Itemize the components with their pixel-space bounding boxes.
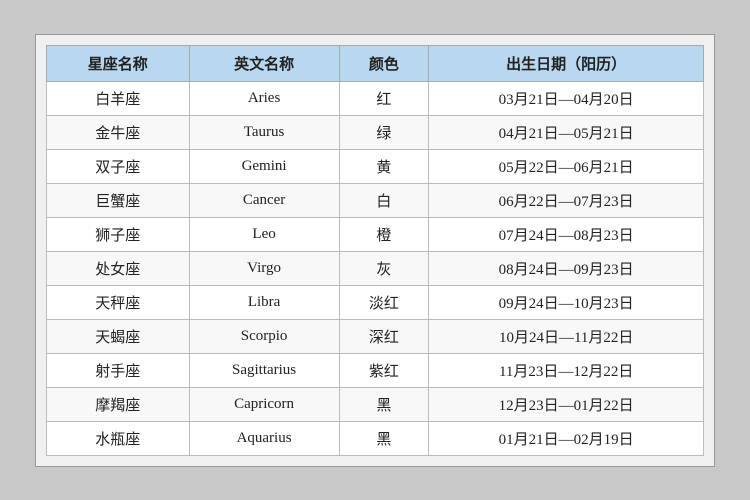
cell-chinese-name: 处女座: [47, 251, 190, 285]
cell-color: 黄: [339, 149, 429, 183]
table-row: 天蝎座Scorpio深红10月24日—11月22日: [47, 319, 704, 353]
table-row: 狮子座Leo橙07月24日—08月23日: [47, 217, 704, 251]
cell-english-name: Aquarius: [189, 421, 339, 455]
cell-chinese-name: 巨蟹座: [47, 183, 190, 217]
cell-date: 12月23日—01月22日: [429, 387, 704, 421]
cell-english-name: Aries: [189, 81, 339, 115]
cell-chinese-name: 天蝎座: [47, 319, 190, 353]
cell-date: 10月24日—11月22日: [429, 319, 704, 353]
cell-color: 紫红: [339, 353, 429, 387]
table-row: 金牛座Taurus绿04月21日—05月21日: [47, 115, 704, 149]
cell-english-name: Capricorn: [189, 387, 339, 421]
cell-english-name: Gemini: [189, 149, 339, 183]
cell-color: 红: [339, 81, 429, 115]
table-row: 白羊座Aries红03月21日—04月20日: [47, 81, 704, 115]
cell-english-name: Scorpio: [189, 319, 339, 353]
cell-color: 绿: [339, 115, 429, 149]
cell-english-name: Cancer: [189, 183, 339, 217]
cell-color: 橙: [339, 217, 429, 251]
cell-english-name: Taurus: [189, 115, 339, 149]
cell-date: 09月24日—10月23日: [429, 285, 704, 319]
cell-chinese-name: 白羊座: [47, 81, 190, 115]
table-row: 水瓶座Aquarius黑01月21日—02月19日: [47, 421, 704, 455]
cell-color: 淡红: [339, 285, 429, 319]
cell-date: 07月24日—08月23日: [429, 217, 704, 251]
zodiac-table: 星座名称 英文名称 颜色 出生日期（阳历） 白羊座Aries红03月21日—04…: [46, 45, 704, 456]
cell-english-name: Sagittarius: [189, 353, 339, 387]
col-header-chinese: 星座名称: [47, 45, 190, 81]
cell-english-name: Libra: [189, 285, 339, 319]
cell-date: 11月23日—12月22日: [429, 353, 704, 387]
cell-chinese-name: 狮子座: [47, 217, 190, 251]
cell-date: 01月21日—02月19日: [429, 421, 704, 455]
table-row: 摩羯座Capricorn黑12月23日—01月22日: [47, 387, 704, 421]
cell-color: 深红: [339, 319, 429, 353]
col-header-color: 颜色: [339, 45, 429, 81]
cell-color: 灰: [339, 251, 429, 285]
cell-chinese-name: 双子座: [47, 149, 190, 183]
zodiac-table-container: 星座名称 英文名称 颜色 出生日期（阳历） 白羊座Aries红03月21日—04…: [35, 34, 715, 467]
cell-date: 03月21日—04月20日: [429, 81, 704, 115]
cell-chinese-name: 水瓶座: [47, 421, 190, 455]
table-row: 射手座Sagittarius紫红11月23日—12月22日: [47, 353, 704, 387]
cell-color: 黑: [339, 421, 429, 455]
table-header-row: 星座名称 英文名称 颜色 出生日期（阳历）: [47, 45, 704, 81]
cell-color: 黑: [339, 387, 429, 421]
cell-chinese-name: 金牛座: [47, 115, 190, 149]
cell-date: 08月24日—09月23日: [429, 251, 704, 285]
cell-chinese-name: 天秤座: [47, 285, 190, 319]
col-header-date: 出生日期（阳历）: [429, 45, 704, 81]
cell-english-name: Virgo: [189, 251, 339, 285]
cell-date: 04月21日—05月21日: [429, 115, 704, 149]
table-row: 巨蟹座Cancer白06月22日—07月23日: [47, 183, 704, 217]
cell-color: 白: [339, 183, 429, 217]
col-header-english: 英文名称: [189, 45, 339, 81]
table-row: 天秤座Libra淡红09月24日—10月23日: [47, 285, 704, 319]
cell-chinese-name: 射手座: [47, 353, 190, 387]
cell-date: 05月22日—06月21日: [429, 149, 704, 183]
table-row: 双子座Gemini黄05月22日—06月21日: [47, 149, 704, 183]
cell-english-name: Leo: [189, 217, 339, 251]
table-row: 处女座Virgo灰08月24日—09月23日: [47, 251, 704, 285]
cell-chinese-name: 摩羯座: [47, 387, 190, 421]
cell-date: 06月22日—07月23日: [429, 183, 704, 217]
